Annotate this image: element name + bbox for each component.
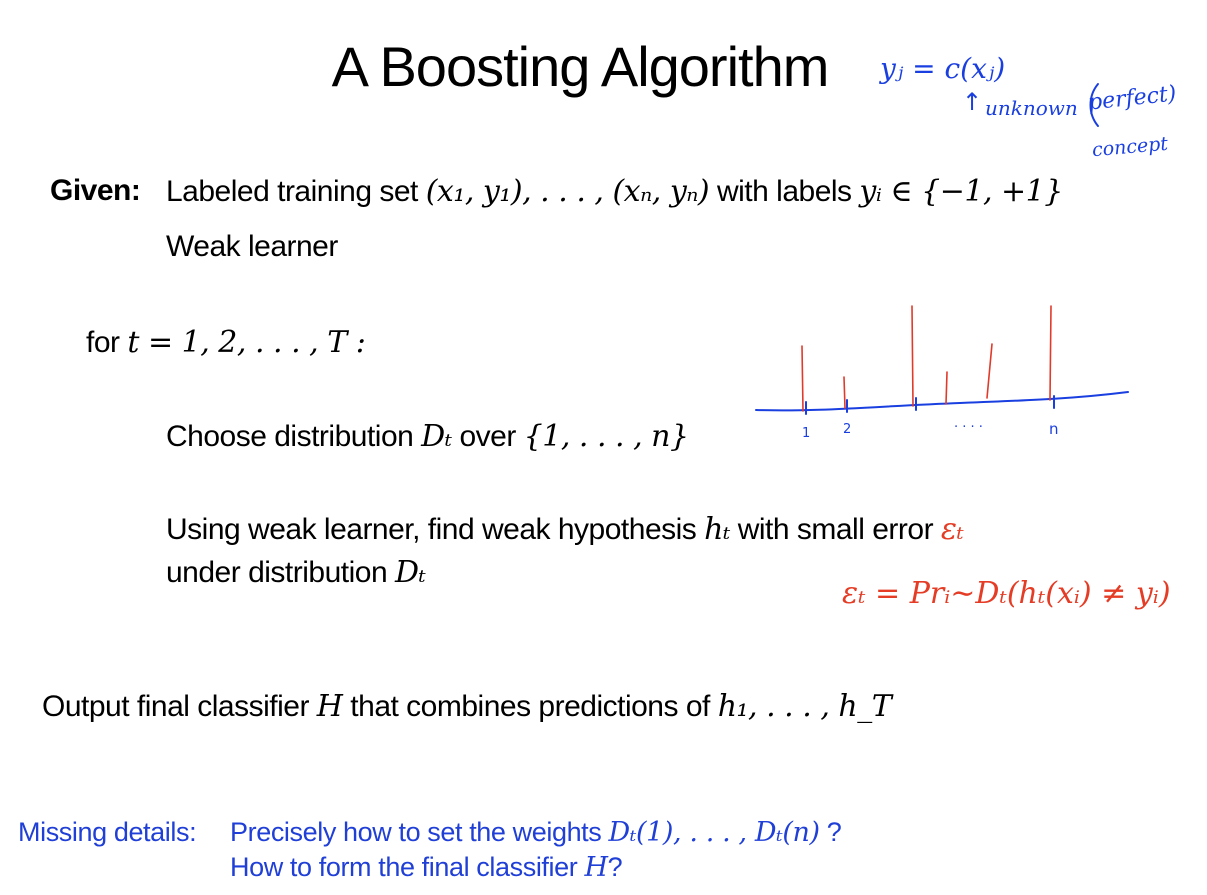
- sketch-baseline: [755, 391, 1129, 412]
- tick-label-n: n: [1049, 420, 1059, 438]
- loop-keyword: for: [86, 326, 120, 359]
- given-line-1: Labeled training set (x₁, y₁), . . . , (…: [166, 174, 1063, 209]
- missing-details-label: Missing details:: [18, 817, 197, 847]
- step2-ht: hₜ: [704, 512, 730, 547]
- tick-label-1: 1: [802, 426, 811, 441]
- missing-question-2: How to form the final classifier H?: [230, 852, 623, 883]
- step2-line2-text: under distribution: [166, 556, 395, 589]
- step1-dt: Dₜ: [421, 419, 452, 454]
- given-text-a: Labeled training set: [166, 175, 426, 208]
- step-weak-hypothesis: Using weak learner, find weak hypothesis…: [166, 512, 964, 547]
- sketch-weight-spike: [911, 305, 914, 407]
- step2-text2: with small error: [729, 513, 941, 546]
- given-text-b: with labels: [709, 175, 860, 208]
- step2-line-2: under distribution Dₜ: [166, 555, 426, 590]
- annotation-word-concept: concept: [1091, 132, 1169, 162]
- q1-end: ?: [819, 817, 842, 847]
- sketch-weight-spike: [945, 371, 948, 405]
- loop-header: for t = 1, 2, . . . , T :: [86, 325, 366, 360]
- q2-h: H: [584, 852, 608, 883]
- output-h: H: [316, 689, 343, 724]
- step1-text: Choose distribution: [166, 420, 422, 453]
- step2-text: Using weak learner, find weak hypothesis: [166, 513, 705, 546]
- weak-learner-text: Weak learner: [166, 230, 338, 263]
- output-line: Output final classifier H that combines …: [42, 689, 892, 724]
- sketch-weight-spike: [986, 343, 993, 399]
- loop-math: t = 1, 2, . . . , T :: [127, 325, 366, 360]
- given-label: Given:: [50, 174, 141, 207]
- step1-text2: over: [451, 420, 524, 453]
- error-formula: εₜ = Prᵢ∼Dₜ(hₜ(xᵢ) ≠ yᵢ): [842, 576, 1171, 611]
- tick-label-2: 2: [843, 422, 852, 437]
- missing-question-1: Precisely how to set the weights Dₜ(1), …: [230, 817, 842, 848]
- step1-set: {1, . . . , n}: [523, 419, 689, 454]
- q2-text: How to form the final classifier: [230, 852, 585, 882]
- q1-text: Precisely how to set the weights: [230, 817, 609, 847]
- tick-label-dots: · · · ·: [954, 420, 983, 435]
- labels-math: yᵢ ∈ {−1, +1}: [859, 174, 1063, 209]
- training-set-math: (x₁, y₁), . . . , (xₙ, yₙ): [425, 174, 710, 209]
- q2-end: ?: [607, 852, 623, 882]
- step2-dt: Dₜ: [394, 555, 426, 590]
- annotation-arrow: ↑: [962, 88, 983, 116]
- sketch-weight-spike: [801, 345, 804, 412]
- annotation-equation: yⱼ = c(xⱼ): [880, 52, 1006, 85]
- output-text: Output final classifier: [42, 690, 317, 723]
- output-text2: that combines predictions of: [342, 690, 718, 723]
- q1-math: Dₜ(1), . . . , Dₜ(n): [608, 817, 821, 848]
- step2-epsilon: εₜ: [940, 512, 964, 547]
- sketch-weight-spike: [1049, 305, 1052, 401]
- sketch-weight-spike: [843, 376, 846, 409]
- annotation-word-unknown: unknown: [985, 96, 1078, 120]
- step-choose-distribution: Choose distribution Dₜ over {1, . . . , …: [166, 419, 689, 454]
- output-hs: h₁, . . . , h_T: [717, 689, 892, 724]
